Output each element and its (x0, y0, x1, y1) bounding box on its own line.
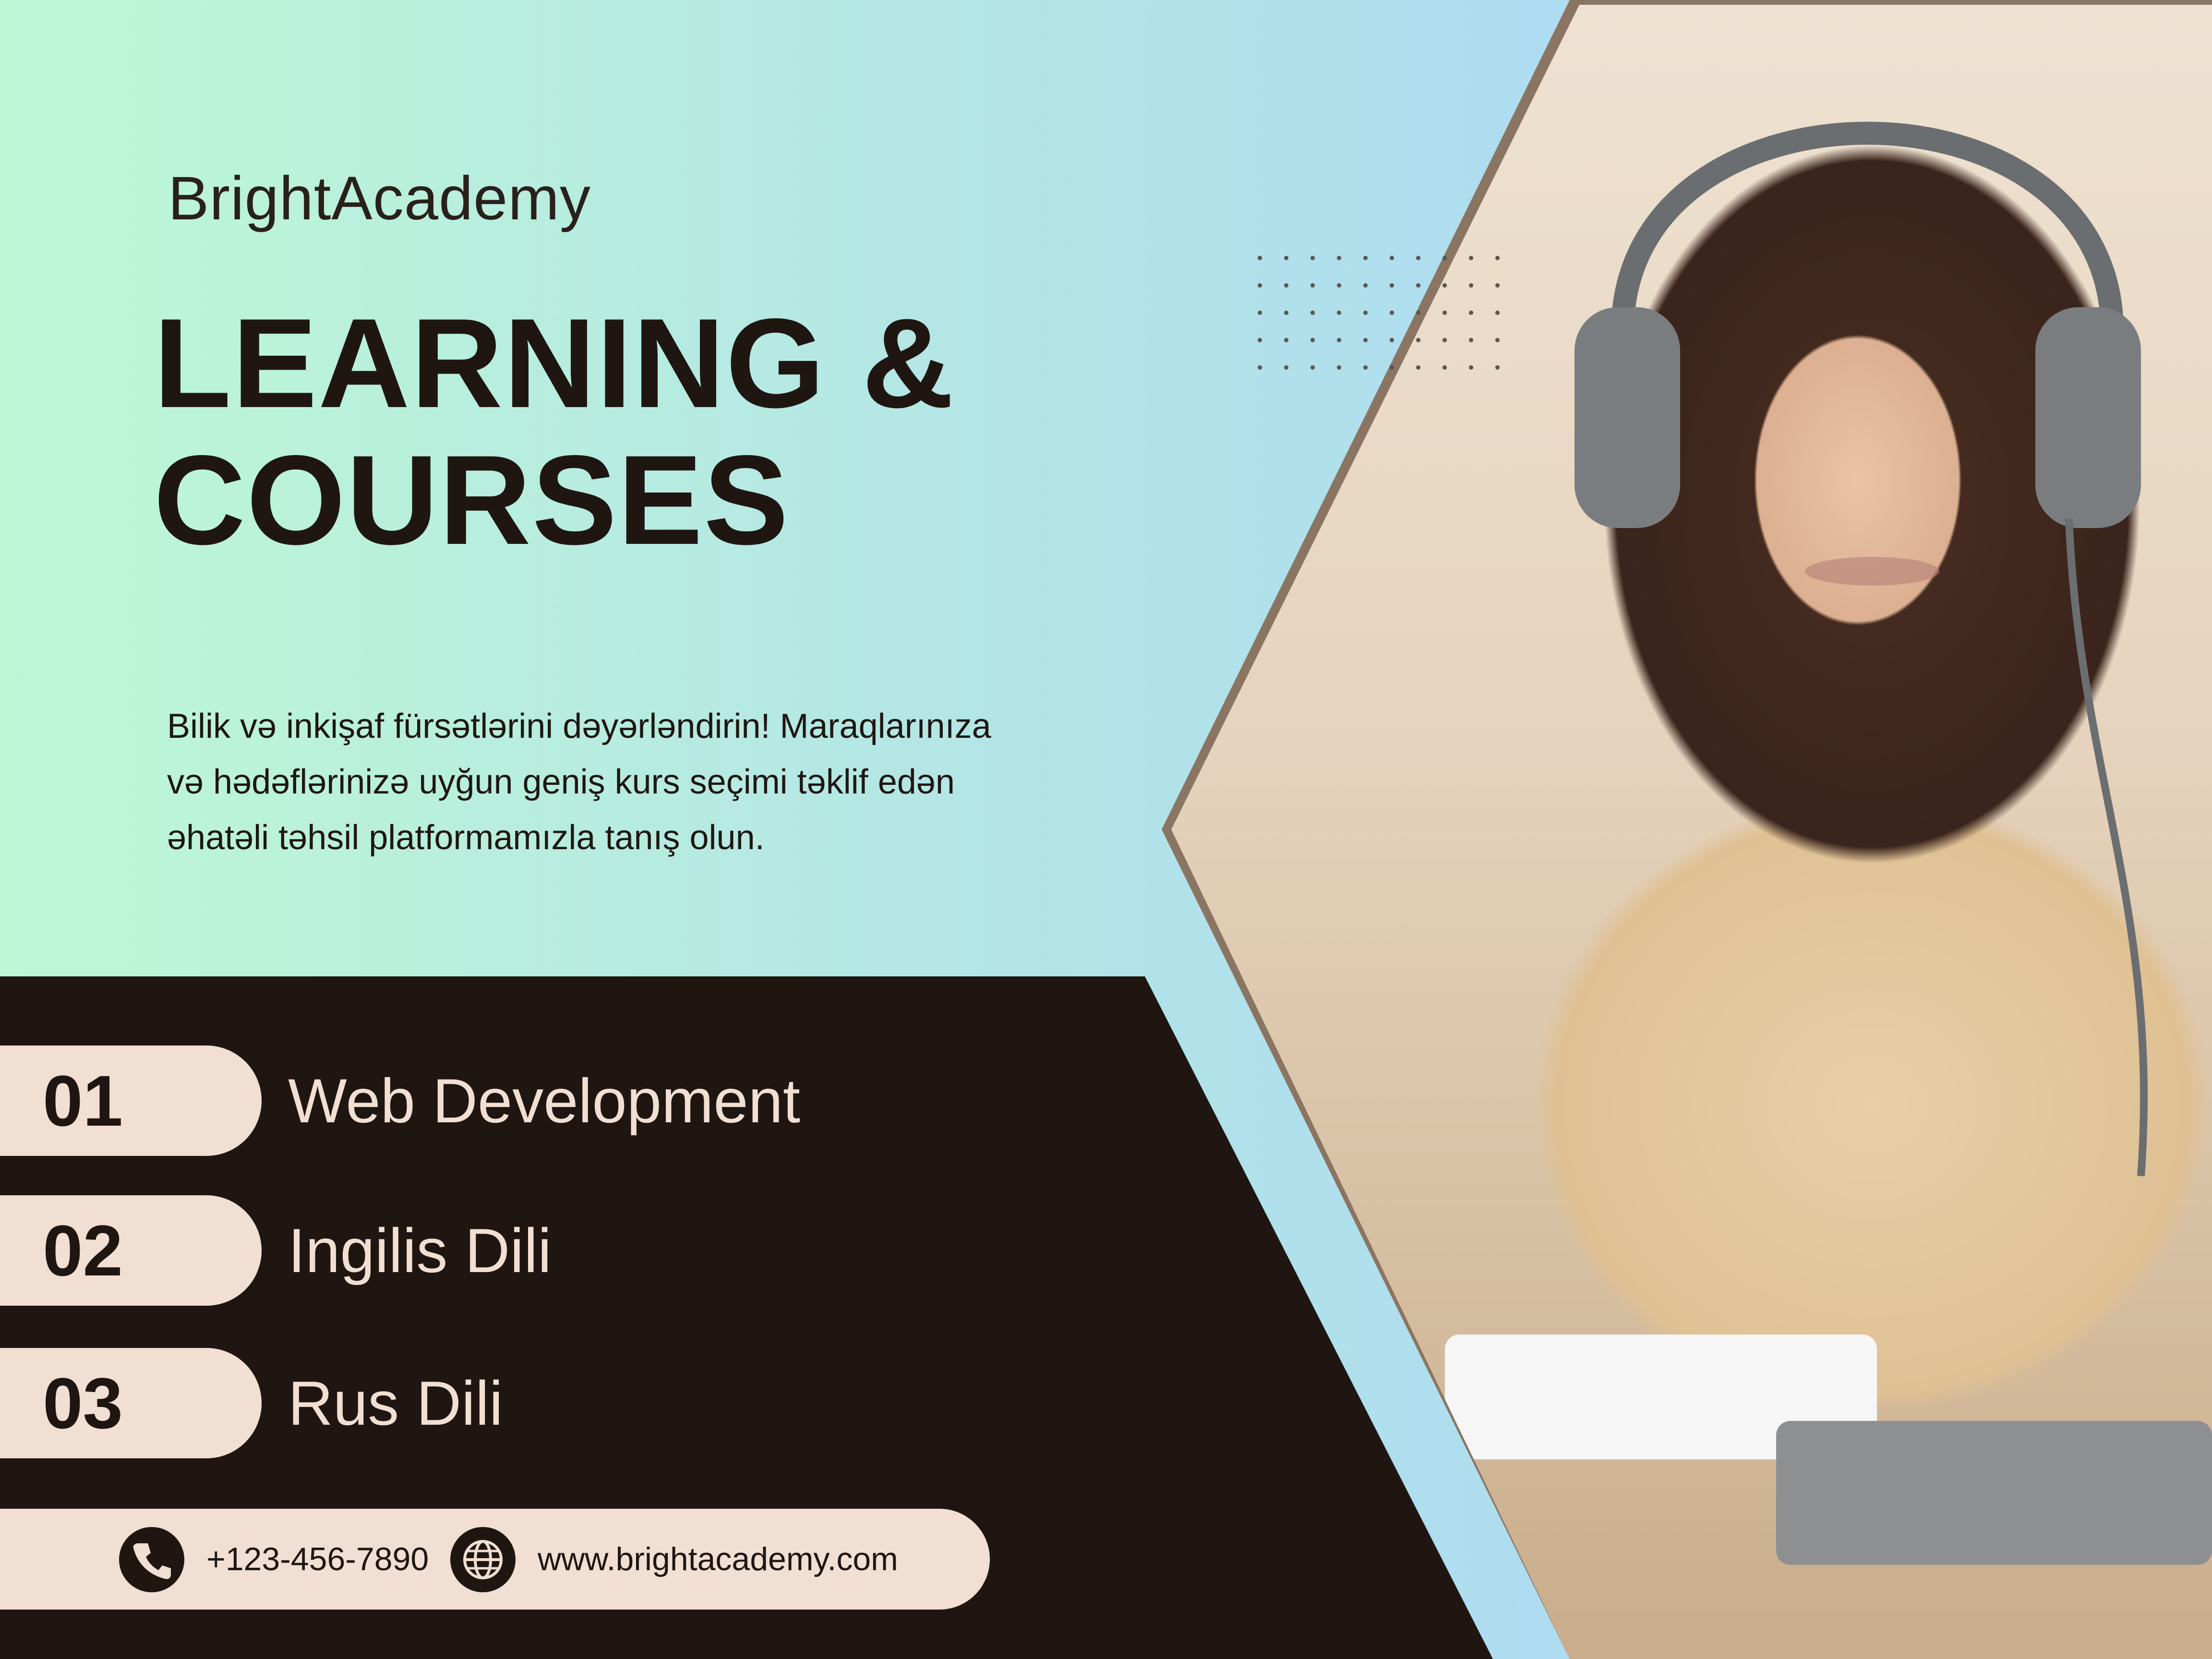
headline-line-2: COURSES (154, 429, 790, 571)
globe-icon (450, 1527, 516, 1592)
page-title: LEARNING & COURSES (154, 295, 955, 569)
brand-name: BrightAcademy (168, 164, 591, 233)
phone-icon (119, 1527, 184, 1592)
course-number: 02 (43, 1210, 123, 1291)
dot-grid-decoration (1247, 244, 1506, 388)
phone-number[interactable]: +123-456-7890 (206, 1509, 429, 1610)
course-name: Ingilis Dili (288, 1215, 552, 1286)
website-link[interactable]: www.brightacademy.com (538, 1509, 898, 1610)
course-number: 03 (43, 1363, 123, 1443)
course-name: Rus Dili (288, 1368, 503, 1438)
course-number: 01 (43, 1060, 123, 1141)
course-item-ingilis-dili[interactable]: 02 Ingilis Dili (0, 1195, 1248, 1306)
headline-line-1: LEARNING & (154, 292, 955, 434)
course-item-web-development[interactable]: 01 Web Development (0, 1046, 1248, 1156)
course-name: Web Development (288, 1066, 801, 1136)
description-text: Bilik və inkişaf fürsətlərini dəyərləndi… (167, 707, 991, 857)
contact-bar: +123-456-7890 www.brightacademy.com (0, 1509, 990, 1610)
course-item-rus-dili[interactable]: 03 Rus Dili (0, 1348, 1248, 1458)
